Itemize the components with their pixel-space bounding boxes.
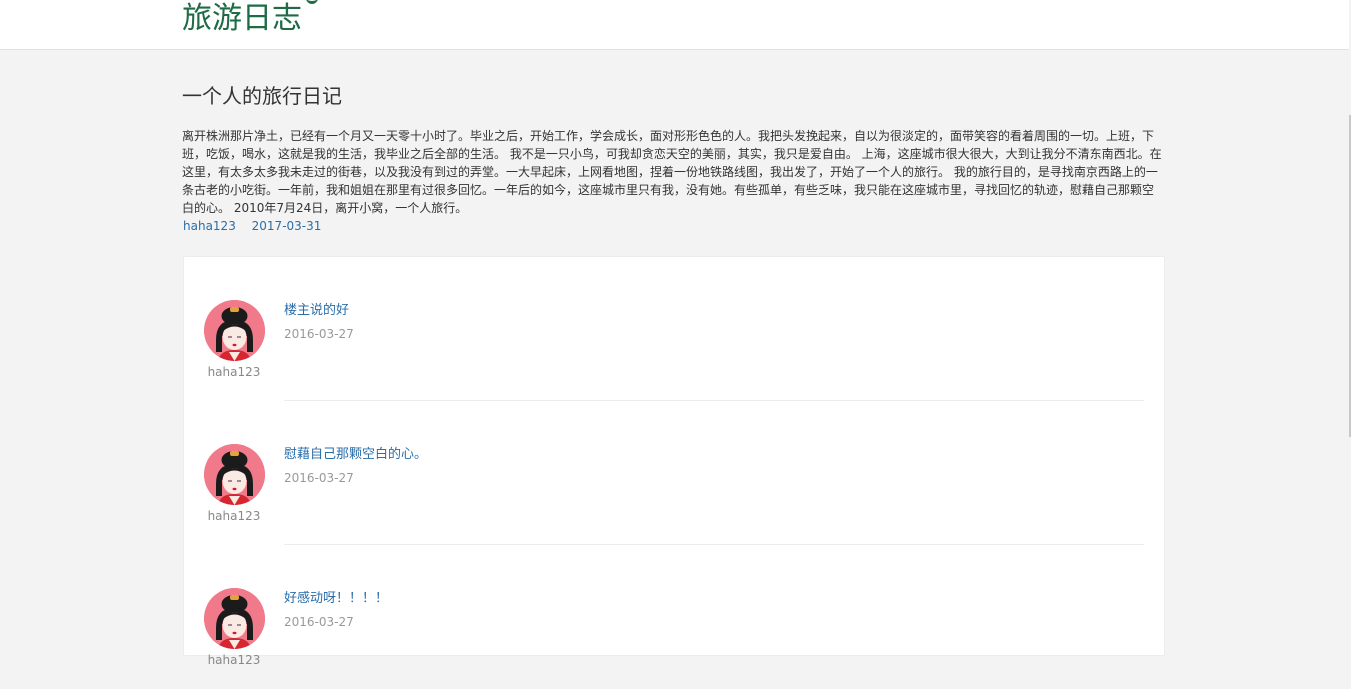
comment-text[interactable]: 慰藉自己那颗空白的心。: [284, 446, 427, 464]
diary-author-link[interactable]: haha123: [183, 219, 236, 233]
comment-text[interactable]: 楼主说的好: [284, 302, 349, 320]
comment-date: 2016-03-27: [284, 471, 354, 485]
comment-item: haha123 好感动呀！！！！ 2016-03-27: [184, 545, 1164, 689]
cut-off-heading-glyph: [306, 0, 318, 4]
comment-item: haha123 楼主说的好 2016-03-27: [184, 257, 1164, 401]
diary-meta: haha123 2017-03-31: [183, 218, 333, 234]
comment-text[interactable]: 好感动呀！！！！: [284, 590, 388, 608]
avatar-icon[interactable]: [204, 444, 265, 505]
comments-panel: haha123 楼主说的好 2016-03-27 haha123 慰藉自己那颗空…: [183, 256, 1165, 667]
comment-item: haha123 慰藉自己那颗空白的心。 2016-03-27: [184, 401, 1164, 545]
comment-date: 2016-03-27: [284, 615, 354, 629]
avatar-icon[interactable]: [204, 588, 265, 649]
diary-title: 一个人的旅行日记: [182, 84, 342, 108]
site-title[interactable]: 旅游日志: [182, 0, 302, 38]
avatar-icon[interactable]: [204, 300, 265, 361]
comment-username[interactable]: haha123: [202, 653, 266, 667]
comment-username[interactable]: haha123: [202, 509, 266, 523]
comment-username[interactable]: haha123: [202, 365, 266, 379]
site-header: 旅游日志: [0, 0, 1349, 50]
diary-body: 离开株洲那片净土，已经有一个月又一天零十小时了。毕业之后，开始工作，学会成长，面…: [182, 129, 1162, 215]
diary-date[interactable]: 2017-03-31: [252, 219, 322, 233]
comment-date: 2016-03-27: [284, 327, 354, 341]
